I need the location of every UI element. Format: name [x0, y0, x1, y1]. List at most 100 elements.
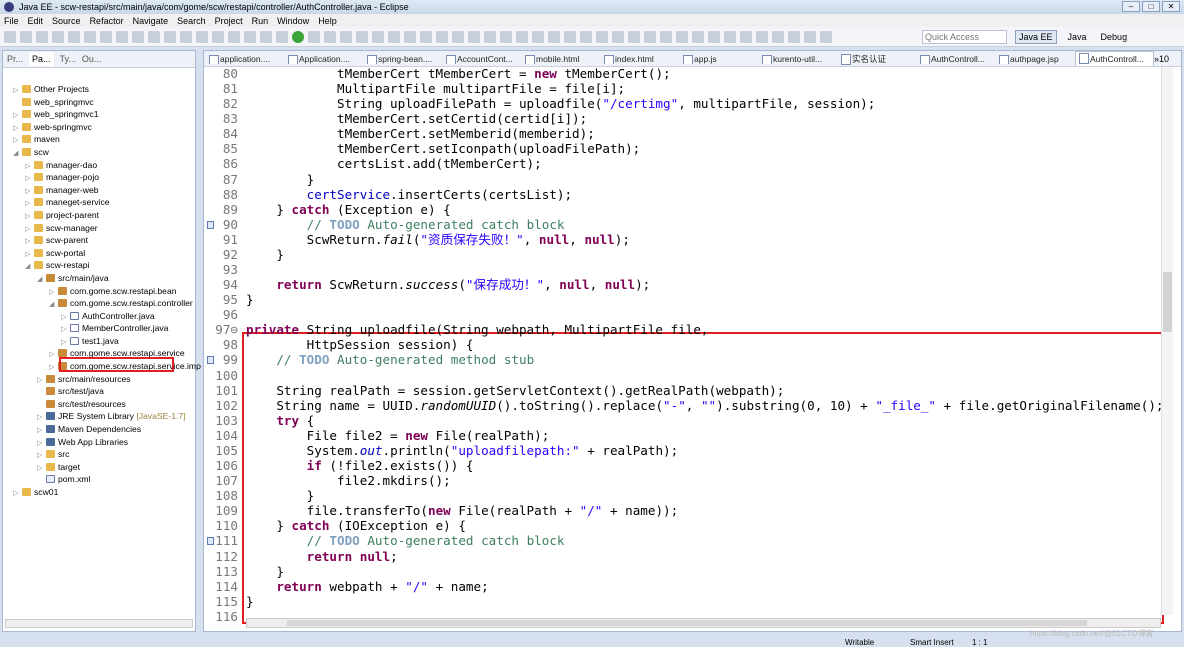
menu-run[interactable]: Run [252, 16, 269, 26]
toolbar-button-icon[interactable] [740, 30, 752, 43]
toolbar-button-icon[interactable] [692, 30, 704, 43]
toolbar-button-icon[interactable] [132, 30, 144, 43]
tree-item[interactable]: ▷ JRE System Library [JavaSE-1.7] [3, 410, 193, 423]
editor-tab[interactable]: application.... [206, 54, 285, 64]
perspective-java[interactable]: Java [1065, 31, 1090, 43]
code-area[interactable]: 80 tMemberCert tMemberCert = new tMember… [204, 66, 1164, 624]
toolbar-button-icon[interactable] [420, 30, 432, 43]
toolbar-button-icon[interactable] [52, 30, 64, 43]
toolbar-button-icon[interactable] [484, 30, 496, 43]
toolbar-button-icon[interactable] [228, 30, 240, 43]
toolbar-button-icon[interactable] [660, 30, 672, 43]
toolbar-button-icon[interactable] [708, 30, 720, 43]
toolbar-button-icon[interactable] [788, 30, 800, 43]
menu-search[interactable]: Search [177, 16, 206, 26]
vertical-scrollbar[interactable] [1161, 67, 1173, 615]
editor-tab[interactable]: 实名认证 [838, 53, 917, 65]
toolbar-button-icon[interactable] [276, 30, 288, 43]
scroll-thumb[interactable] [1163, 272, 1172, 332]
toolbar-button-icon[interactable] [292, 30, 304, 43]
maximize-button[interactable]: □ [1142, 1, 1160, 12]
tree-item[interactable]: ▷ manager-dao [3, 159, 193, 172]
quick-access-input[interactable]: Quick Access [922, 30, 1007, 44]
toolbar-button-icon[interactable] [372, 30, 384, 43]
scroll-thumb[interactable] [287, 620, 1087, 626]
editor-tab[interactable]: spring-bean.... [364, 54, 443, 64]
tree-item[interactable]: ▷ src [3, 448, 193, 461]
toolbar-button-icon[interactable] [324, 30, 336, 43]
toolbar-button-icon[interactable] [340, 30, 352, 43]
toolbar-button-icon[interactable] [452, 30, 464, 43]
tree-item[interactable]: pom.xml [3, 473, 193, 486]
perspective-debug[interactable]: Debug [1098, 31, 1131, 43]
tree-item[interactable]: ▷ src/main/resources [3, 373, 193, 386]
tree-item[interactable]: src/test/resources [3, 398, 193, 411]
minimize-button[interactable]: – [1122, 1, 1140, 12]
editor-tab[interactable]: Application.... [285, 54, 364, 64]
menu-navigate[interactable]: Navigate [133, 16, 169, 26]
expand-arrow-icon[interactable]: ▷ [13, 488, 22, 501]
toolbar-button-icon[interactable] [628, 30, 640, 43]
tree-item[interactable]: ◢ scw [3, 146, 193, 159]
toolbar-button-icon[interactable] [180, 30, 192, 43]
editor-tab[interactable]: AuthControll... [917, 54, 996, 64]
tree-item[interactable]: ▷ maven [3, 133, 193, 146]
tree-item[interactable]: ▷ manager-pojo [3, 171, 193, 184]
toolbar-button-icon[interactable] [564, 30, 576, 43]
menu-refactor[interactable]: Refactor [90, 16, 124, 26]
menu-source[interactable]: Source [52, 16, 81, 26]
editor-tab[interactable]: mobile.html [522, 54, 601, 64]
toolbar-button-icon[interactable] [404, 30, 416, 43]
tree-item[interactable]: ▷ maneget-service [3, 196, 193, 209]
toolbar-button-icon[interactable] [548, 30, 560, 43]
tree-item[interactable]: ▷ com.gome.scw.restapi.bean [3, 285, 193, 298]
tree-item[interactable]: ▷ scw-parent [3, 234, 193, 247]
editor-tab[interactable]: kurento-util... [759, 54, 838, 64]
horizontal-scrollbar[interactable] [5, 619, 193, 628]
toolbar-button-icon[interactable] [724, 30, 736, 43]
tree-item[interactable]: src/test/java [3, 385, 193, 398]
toolbar-button-icon[interactable] [100, 30, 112, 43]
view-tab[interactable]: Ty... [60, 54, 76, 64]
toolbar-button-icon[interactable] [596, 30, 608, 43]
toolbar-button-icon[interactable] [260, 30, 272, 43]
toolbar-button-icon[interactable] [644, 30, 656, 43]
editor-tab[interactable]: AccountCont... [443, 54, 522, 64]
tree-item[interactable]: ▷ AuthController.java [3, 310, 193, 323]
editor-tab[interactable]: authpage.jsp [996, 54, 1075, 64]
editor-tab[interactable]: app.js [680, 54, 759, 64]
tree-item[interactable]: ▷ Web App Libraries [3, 436, 193, 449]
toolbar-button-icon[interactable] [388, 30, 400, 43]
view-tab[interactable]: Pa... [29, 52, 54, 66]
toolbar-button-icon[interactable] [676, 30, 688, 43]
tree-item[interactable]: ▷ scw-manager [3, 222, 193, 235]
toolbar-button-icon[interactable] [212, 30, 224, 43]
toolbar-button-icon[interactable] [532, 30, 544, 43]
tree-item[interactable]: ◢ src/main/java [3, 272, 193, 285]
toolbar-button-icon[interactable] [356, 30, 368, 43]
tree-item[interactable]: ▷ manager-web [3, 184, 193, 197]
toolbar-button-icon[interactable] [20, 30, 32, 43]
toolbar-button-icon[interactable] [84, 30, 96, 43]
tab-overflow-button[interactable]: »10 [1154, 54, 1169, 64]
toolbar-button-icon[interactable] [772, 30, 784, 43]
menu-window[interactable]: Window [277, 16, 309, 26]
tree-item[interactable]: ▷ scw01 [3, 486, 193, 499]
toolbar-button-icon[interactable] [116, 30, 128, 43]
toolbar-button-icon[interactable] [612, 30, 624, 43]
toolbar-button-icon[interactable] [516, 30, 528, 43]
editor-tab[interactable]: AuthControll... [1075, 51, 1154, 66]
tree-item[interactable]: ▷ target [3, 461, 193, 474]
tree-item[interactable]: ◢ com.gome.scw.restapi.controller [3, 297, 193, 310]
menu-file[interactable]: File [4, 16, 19, 26]
toolbar-button-icon[interactable] [468, 30, 480, 43]
view-tab[interactable]: Ou... [82, 54, 102, 64]
tree-item[interactable]: ▷ Other Projects [3, 83, 193, 96]
toolbar-button-icon[interactable] [804, 30, 816, 43]
tree-item[interactable]: ▷ web-springmvc [3, 121, 193, 134]
tree-item[interactable]: web_springmvc [3, 96, 193, 109]
toolbar-button-icon[interactable] [4, 30, 16, 43]
tree-item[interactable]: ▷ MemberController.java [3, 322, 193, 335]
toolbar-button-icon[interactable] [580, 30, 592, 43]
close-button[interactable]: ✕ [1162, 1, 1180, 12]
